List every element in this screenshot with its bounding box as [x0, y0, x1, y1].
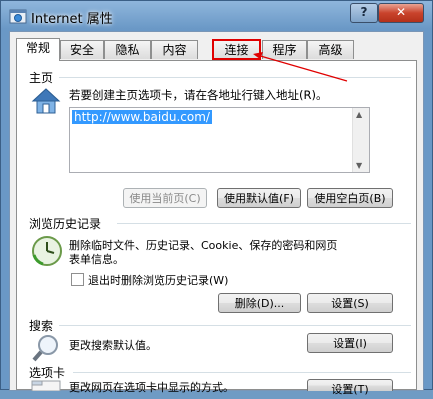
- search-description: 更改搜索默认值。: [69, 339, 157, 352]
- window-title: Internet 属性: [31, 12, 113, 27]
- home-group-title: 主页: [29, 71, 54, 85]
- general-tab-panel: 主页 若要创建主页选项卡，请在各地址行键入地址(R)。 http://www.b…: [16, 60, 417, 396]
- help-button[interactable]: ?: [350, 3, 378, 23]
- scroll-up-icon[interactable]: ▲: [356, 110, 362, 119]
- history-group-divider: [117, 223, 411, 224]
- close-button[interactable]: ✕: [378, 3, 424, 23]
- magnifier-icon: [32, 335, 58, 362]
- use-current-button[interactable]: 使用当前页(C): [123, 188, 207, 208]
- use-blank-button[interactable]: 使用空白页(B): [307, 188, 393, 208]
- tab-privacy[interactable]: 隐私: [104, 40, 151, 59]
- tab-content[interactable]: 内容: [151, 40, 198, 59]
- delete-on-exit-label[interactable]: 退出时删除浏览历史记录(W): [88, 272, 228, 288]
- history-settings-button[interactable]: 设置(S): [307, 293, 393, 313]
- tabs-settings-button[interactable]: 设置(T): [307, 379, 393, 396]
- tab-general[interactable]: 常规: [16, 38, 60, 61]
- home-group-divider: [59, 77, 411, 78]
- clock-icon: [32, 236, 62, 266]
- search-group-title: 搜索: [29, 319, 54, 333]
- home-url-value: http://www.baidu.com/: [72, 110, 212, 124]
- tabs-group-divider: [73, 372, 411, 373]
- tabs-description: 更改网页在选项卡中显示的方式。: [69, 381, 234, 394]
- home-description: 若要创建主页选项卡，请在各地址行键入地址(R)。: [69, 88, 328, 102]
- internet-properties-window: Internet 属性 ? ✕ 常规 安全 隐私 内容 连接 程序 高级 主页: [0, 0, 433, 396]
- tab-advanced[interactable]: 高级: [307, 40, 354, 59]
- search-settings-button[interactable]: 设置(I): [307, 333, 393, 353]
- url-scrollbar[interactable]: ▲ ▼: [352, 108, 369, 172]
- title-bar[interactable]: Internet 属性 ? ✕: [1, 1, 432, 31]
- house-icon: [31, 88, 61, 114]
- home-url-input[interactable]: http://www.baidu.com/ ▲ ▼: [69, 107, 370, 173]
- delete-on-exit-checkbox[interactable]: [71, 273, 84, 286]
- tab-connections[interactable]: 连接: [212, 39, 261, 60]
- tab-security[interactable]: 安全: [60, 40, 104, 59]
- search-group-divider: [59, 325, 411, 326]
- delete-history-button[interactable]: 删除(D)...: [218, 293, 301, 313]
- internet-options-icon: [9, 9, 27, 24]
- scroll-down-icon[interactable]: ▼: [356, 161, 362, 170]
- history-description-line2: 表单信息。: [69, 253, 124, 266]
- use-default-button[interactable]: 使用默认值(F): [217, 188, 301, 208]
- dialog-client-area: 常规 安全 隐私 内容 连接 程序 高级 主页 若要创建主页选项卡，请在各地址行…: [9, 31, 424, 396]
- tabs-icon: [31, 380, 61, 391]
- history-group-title: 浏览历史记录: [29, 217, 102, 231]
- tab-programs[interactable]: 程序: [262, 40, 307, 59]
